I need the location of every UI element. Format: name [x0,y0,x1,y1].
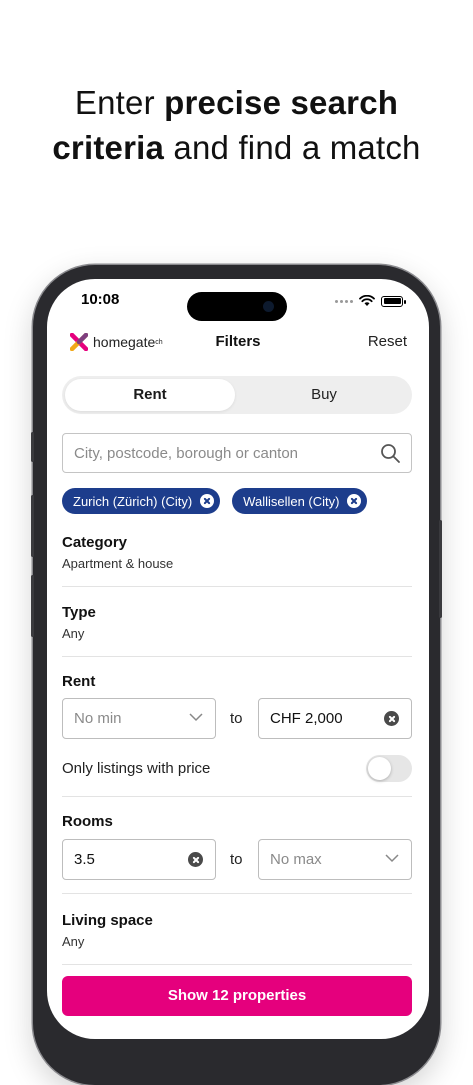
wifi-icon [359,295,375,306]
rooms-min-value: 3.5 [74,851,95,868]
divider [62,656,412,657]
status-icons [335,295,406,307]
rooms-max-placeholder: No max [270,851,322,868]
chevron-down-icon [189,713,203,722]
location-chip[interactable]: Wallisellen (City) [232,488,368,514]
headline-text-1: Enter [74,84,165,121]
tab-buy[interactable]: Buy [239,379,409,411]
rent-max-value: CHF 2,000 [270,710,343,727]
camera-icon [263,301,274,312]
signal-icon [335,299,353,303]
rent-min-placeholder: No min [74,710,122,727]
show-properties-button[interactable]: Show 12 properties [62,976,412,1016]
phone-screen: 10:08 homegate ch Filters Reset Rent Buy … [47,279,429,1039]
rent-buy-toggle: Rent Buy [62,376,412,414]
location-chip[interactable]: Zurich (Zürich) (City) [62,488,221,514]
phone-side-button [31,432,34,462]
divider [62,586,412,587]
living-space-value[interactable]: Any [62,934,84,949]
category-title[interactable]: Category [62,534,127,551]
rent-max-input[interactable]: CHF 2,000 [258,698,412,739]
battery-icon [381,295,406,307]
rent-title: Rent [62,673,96,690]
location-search-input[interactable]: City, postcode, borough or canton [62,433,412,473]
type-title[interactable]: Type [62,604,96,621]
headline-text-2: and find a match [164,129,421,166]
dynamic-island [187,292,287,321]
location-chips: Zurich (Zürich) (City) Wallisellen (City… [62,488,368,514]
phone-side-button [31,495,34,557]
search-icon[interactable] [380,443,401,464]
rent-min-select[interactable]: No min [62,698,216,739]
category-value[interactable]: Apartment & house [62,556,173,571]
divider [62,796,412,797]
rent-to-label: to [230,710,243,727]
rooms-max-select[interactable]: No max [258,839,412,880]
rooms-to-label: to [230,851,243,868]
marketing-headline: Enter precise search criteria and find a… [0,80,473,170]
divider [62,893,412,894]
remove-chip-icon[interactable] [200,494,215,508]
rooms-min-input[interactable]: 3.5 [62,839,216,880]
toggle-knob [368,757,391,780]
living-space-title[interactable]: Living space [62,912,153,929]
divider [62,964,412,965]
app-header: homegate ch Filters Reset [47,329,429,359]
search-placeholder: City, postcode, borough or canton [74,445,299,462]
tab-rent[interactable]: Rent [65,379,235,411]
phone-side-button [439,520,442,618]
clear-icon[interactable] [384,711,399,726]
remove-chip-icon[interactable] [347,494,362,508]
chip-label: Wallisellen (City) [243,493,340,509]
only-with-price-label: Only listings with price [62,760,211,777]
chevron-down-icon [385,854,399,863]
status-time: 10:08 [81,291,120,308]
clear-icon[interactable] [188,852,203,867]
type-value[interactable]: Any [62,626,84,641]
chip-label: Zurich (Zürich) (City) [73,493,193,509]
only-with-price-toggle[interactable] [366,755,412,782]
headline-bold-2: criteria [52,129,165,166]
reset-button[interactable]: Reset [368,333,407,350]
headline-bold-1: precise search [164,84,399,121]
rooms-title: Rooms [62,813,113,830]
phone-side-button [31,575,34,637]
